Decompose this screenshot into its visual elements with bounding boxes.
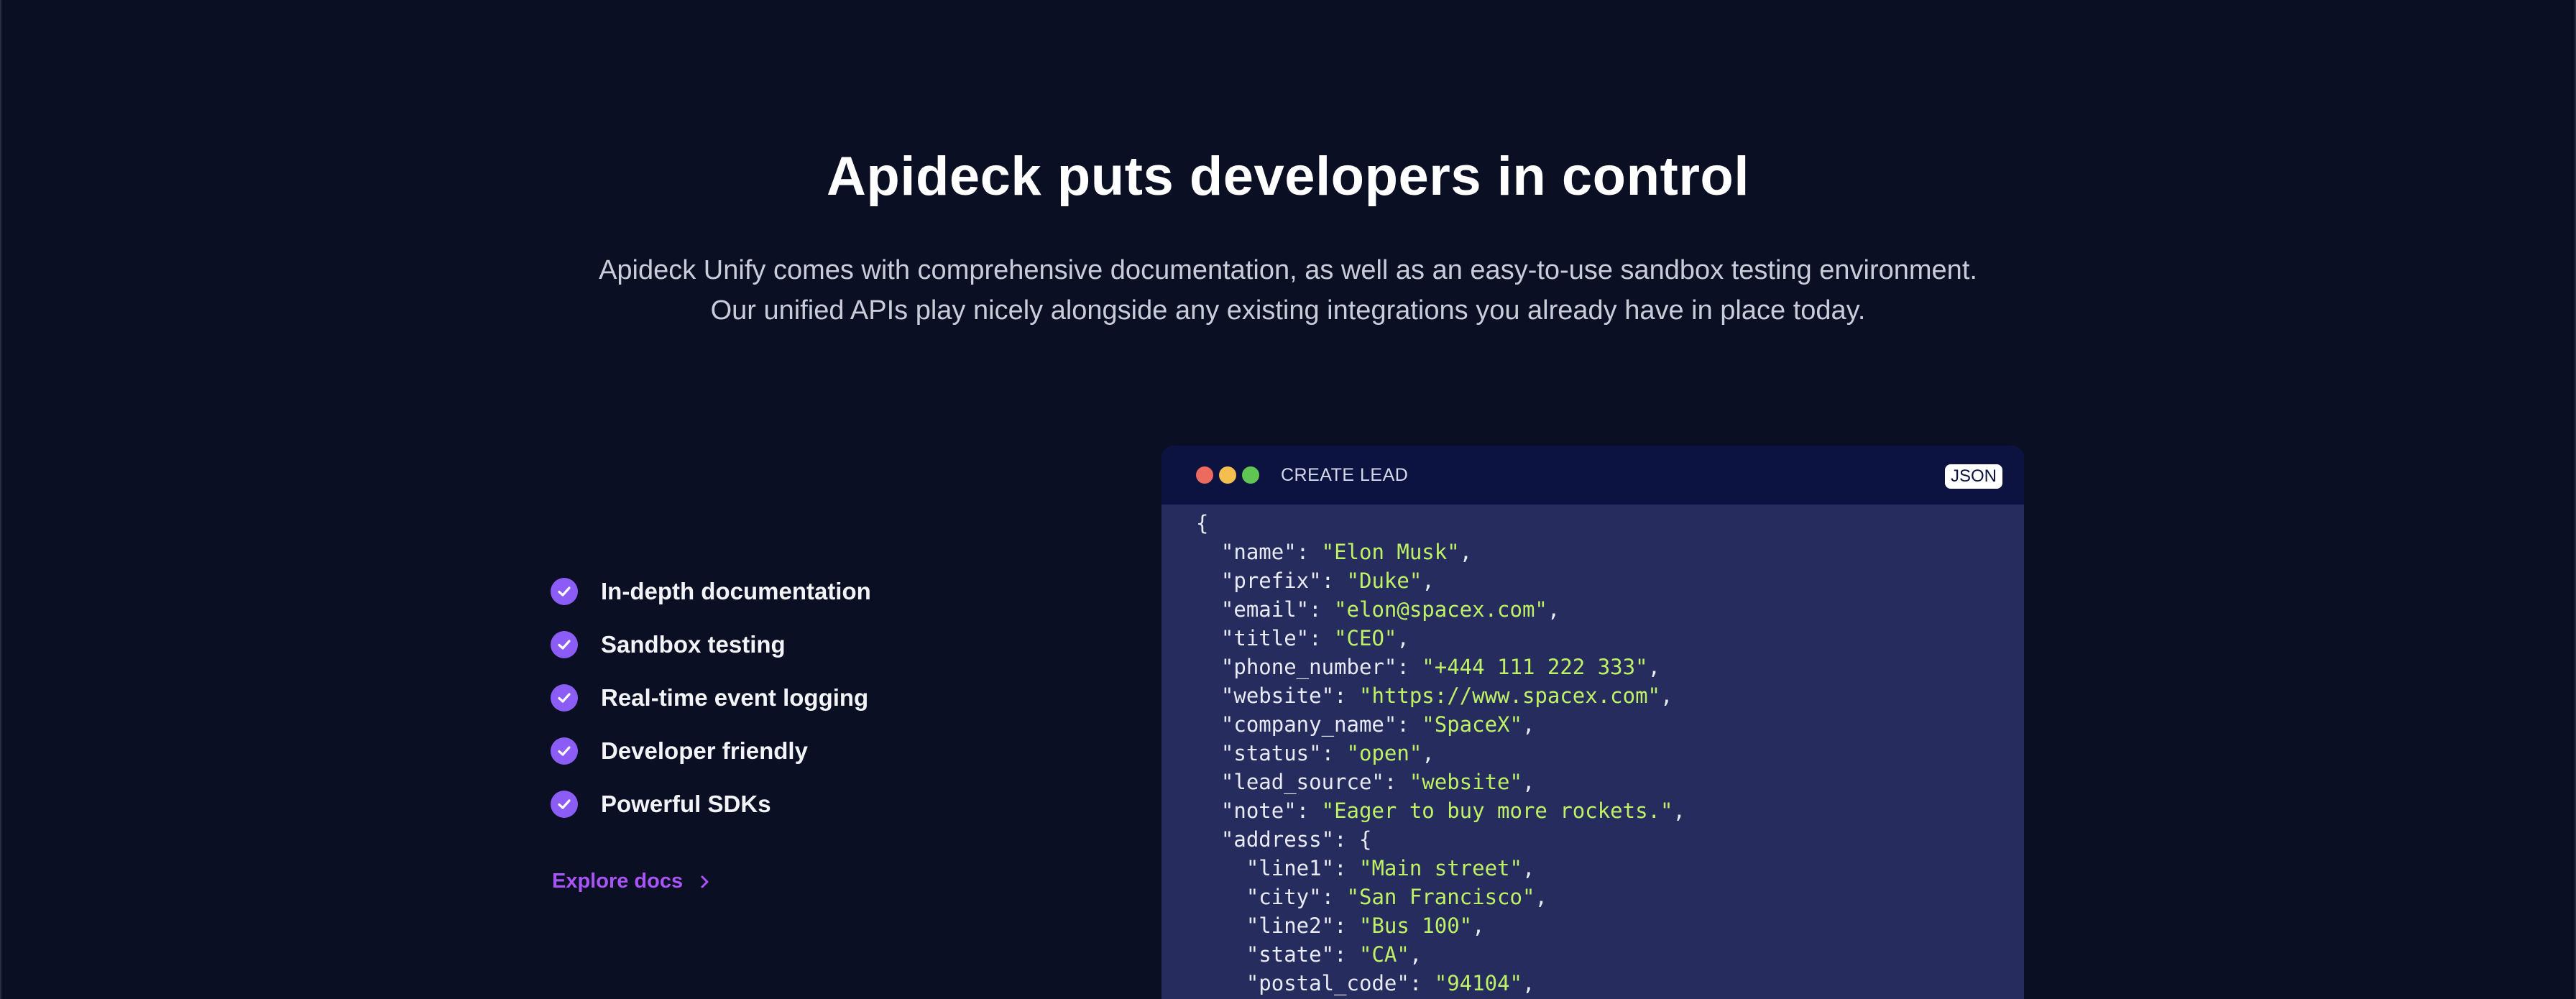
code-key: "line2" <box>1246 913 1335 938</box>
code-string-value: "https://www.spacex.com" <box>1358 683 1661 708</box>
code-line: "prefix": "Duke", <box>1220 568 1435 593</box>
code-string-value: "Eager to buy more rockets." <box>1321 798 1673 823</box>
code-line: "name": "Elon Musk", <box>1220 540 1473 564</box>
feature-label: Powerful SDKs <box>601 791 771 817</box>
code-string-value: "Duke" <box>1346 568 1422 593</box>
code-string-value: "94104" <box>1434 971 1522 995</box>
code-string-value: "Bus 100" <box>1358 913 1473 938</box>
code-string-value: "CEO" <box>1334 626 1397 650</box>
code-key: "prefix" <box>1220 568 1322 593</box>
code-block: { "name": "Elon Musk", "prefix": "Duke",… <box>1162 505 2024 998</box>
code-key: "note" <box>1220 798 1297 823</box>
feature-item: Real-time event logging <box>551 671 871 724</box>
code-key: "phone_number" <box>1220 655 1397 679</box>
code-line: "postal_code": "94104", <box>1246 971 1535 995</box>
code-line: "status": "open", <box>1220 741 1435 765</box>
code-line: "city": "San Francisco", <box>1246 885 1547 909</box>
code-line: "line2": "Bus 100", <box>1246 913 1485 938</box>
feature-label: Sandbox testing <box>601 631 786 658</box>
code-line: "phone_number": "+444 111 222 333", <box>1220 655 1661 679</box>
code-string-value: "website" <box>1409 770 1522 794</box>
code-key: "postal_code" <box>1246 971 1409 995</box>
code-string-value: "SpaceX" <box>1422 712 1522 737</box>
code-window-title: CREATE LEAD <box>1281 464 1409 485</box>
code-string-value: "Main street" <box>1358 856 1522 880</box>
code-key: "address" <box>1220 827 1335 852</box>
check-circle-icon <box>551 737 578 765</box>
code-key: "state" <box>1246 942 1335 967</box>
feature-label: Real-time event logging <box>601 684 869 711</box>
code-string-value: "elon@spacex.com" <box>1334 597 1547 622</box>
page-subtitle: Apideck Unify comes with comprehensive d… <box>0 250 2576 331</box>
code-string-value: "+444 111 222 333" <box>1422 655 1648 679</box>
code-line: "email": "elon@spacex.com", <box>1220 597 1560 622</box>
check-circle-icon <box>551 684 578 712</box>
code-key: "status" <box>1220 741 1322 765</box>
subtitle-line-2: Our unified APIs play nicely alongside a… <box>710 295 1866 326</box>
feature-item: Powerful SDKs <box>551 778 871 831</box>
explore-docs-link[interactable]: Explore docs <box>552 870 710 893</box>
window-minimize-dot <box>1219 466 1236 484</box>
code-line: "state": "CA", <box>1246 942 1422 967</box>
code-string-value: "San Francisco" <box>1346 885 1535 909</box>
code-string-value: "CA" <box>1358 942 1409 967</box>
code-line: "lead_source": "website", <box>1220 770 1535 794</box>
code-key: "company_name" <box>1220 712 1397 737</box>
code-key: "website" <box>1220 683 1335 708</box>
code-key: "email" <box>1220 597 1310 622</box>
code-string-value: "Elon Musk" <box>1321 540 1460 564</box>
feature-label: Developer friendly <box>601 737 808 764</box>
subtitle-line-1: Apideck Unify comes with comprehensive d… <box>599 255 1977 285</box>
code-line: "company_name": "SpaceX", <box>1220 712 1535 737</box>
check-circle-icon <box>551 578 578 605</box>
feature-label: In-depth documentation <box>601 578 871 604</box>
code-key: "city" <box>1246 885 1322 909</box>
code-line: "website": "https://www.spacex.com", <box>1220 683 1673 708</box>
code-line: "title": "CEO", <box>1220 626 1409 650</box>
check-circle-icon <box>551 631 578 658</box>
code-window: CREATE LEAD JSON { "name": "Elon Musk", … <box>1162 446 2024 999</box>
code-line: "note": "Eager to buy more rockets.", <box>1220 798 1685 823</box>
feature-item: In-depth documentation <box>551 565 871 618</box>
code-line: "line1": "Main street", <box>1246 856 1535 880</box>
code-string-value: "open" <box>1346 741 1422 765</box>
feature-list: In-depth documentation Sandbox testing R… <box>551 565 871 831</box>
code-line: { <box>1196 509 2024 538</box>
code-brace: { <box>1196 511 1209 535</box>
check-circle-icon <box>551 791 578 818</box>
code-key: "name" <box>1220 540 1297 564</box>
page-title: Apideck puts developers in control <box>827 146 1749 207</box>
window-close-dot <box>1196 466 1213 484</box>
chevron-right-icon <box>701 875 709 888</box>
feature-item: Developer friendly <box>551 724 871 778</box>
code-key: "lead_source" <box>1220 770 1384 794</box>
feature-item: Sandbox testing <box>551 618 871 671</box>
code-brace: { <box>1358 827 1372 852</box>
code-key: "line1" <box>1246 856 1335 880</box>
code-window-header: CREATE LEAD JSON <box>1162 446 2024 505</box>
code-key: "title" <box>1220 626 1310 650</box>
window-maximize-dot <box>1242 466 1259 484</box>
explore-docs-label: Explore docs <box>552 870 684 893</box>
json-format-badge[interactable]: JSON <box>1944 464 2002 489</box>
code-line: "address": { <box>1220 827 1372 852</box>
